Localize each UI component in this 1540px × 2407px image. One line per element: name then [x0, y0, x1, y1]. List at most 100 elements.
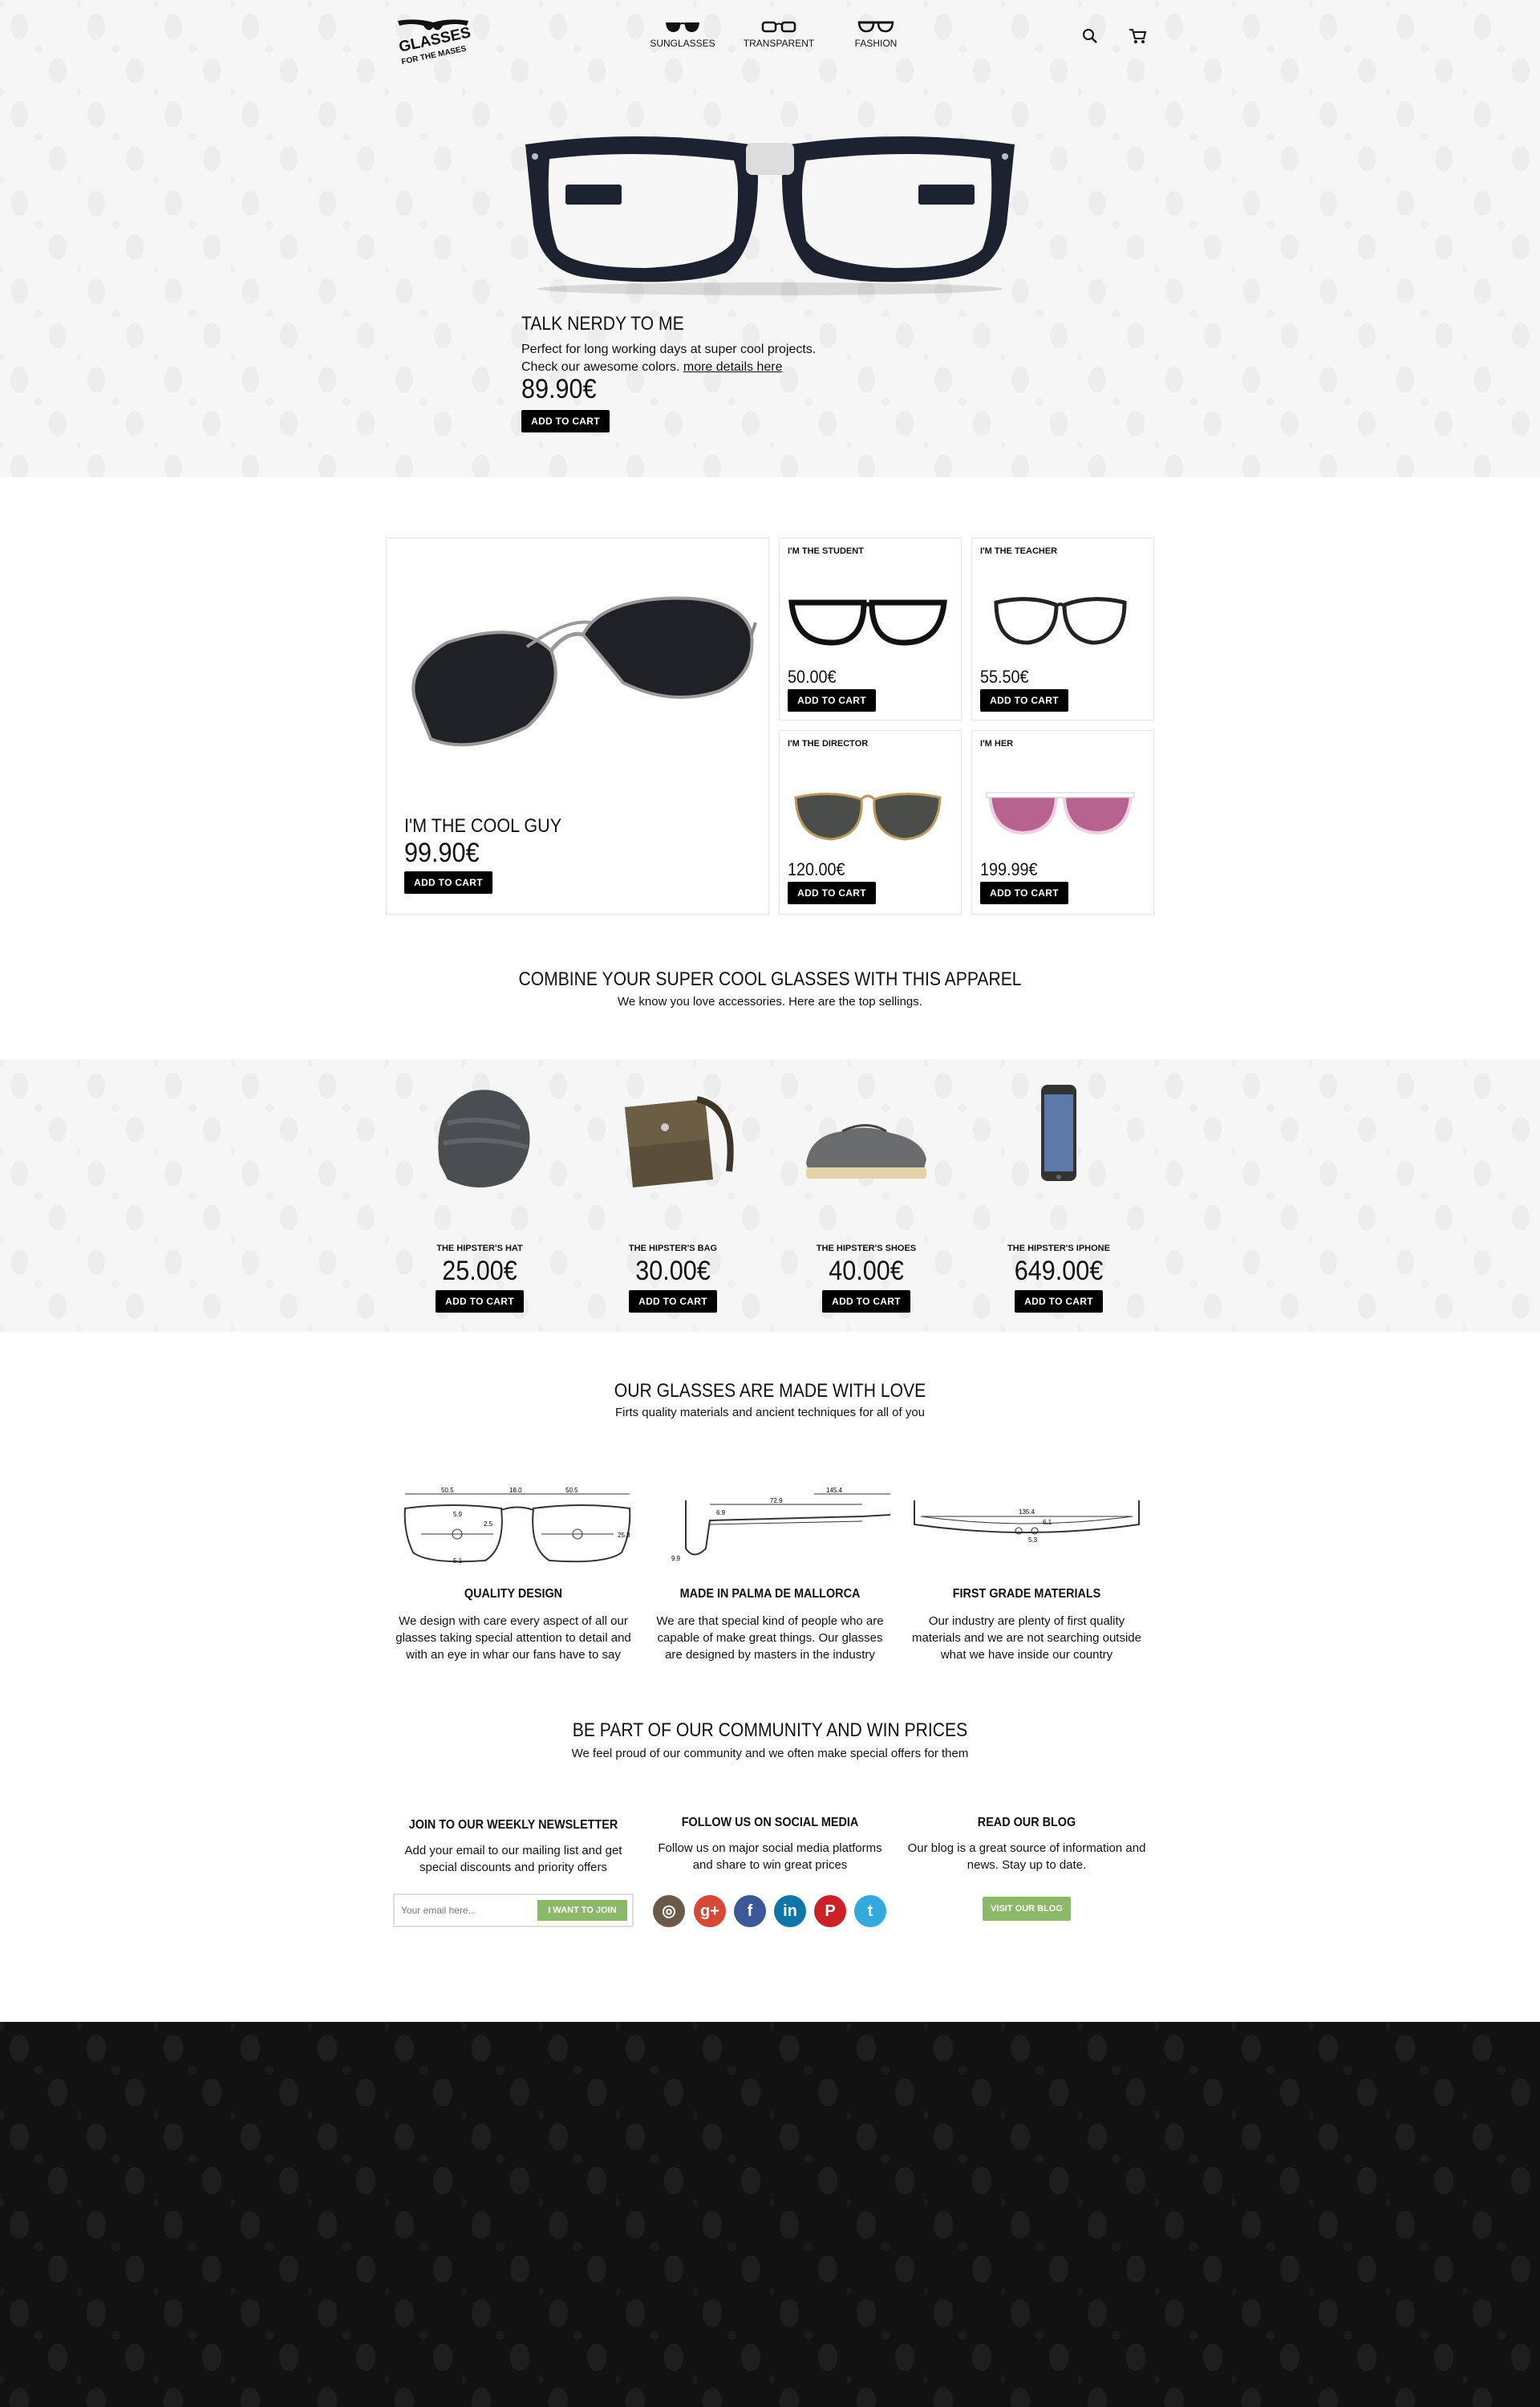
product-card[interactable]: I'M THE DIRECTOR 120.00€ ADD TO CART	[779, 730, 962, 915]
logo[interactable]: GLASSES FOR THE MASES	[393, 16, 473, 67]
linkedin-icon[interactable]: in	[774, 1895, 806, 1927]
search-button[interactable]	[1081, 27, 1099, 45]
apparel-item[interactable]: THE HIPSTER'S IPHONE 649.00€ ADD TO CART	[995, 1075, 1123, 1313]
feature-description: We design with care every aspect of all …	[395, 1614, 631, 1662]
product-price: 55.50€	[980, 667, 1029, 687]
apparel-name: THE HIPSTER'S SHOES	[816, 1244, 917, 1253]
bag-image	[625, 1096, 734, 1187]
feature-description: We are that special kind of people who a…	[656, 1614, 884, 1662]
hat-image	[438, 1090, 530, 1187]
transparent-glasses-icon	[761, 21, 796, 33]
dim-label: 6.1	[1043, 1519, 1052, 1526]
join-button[interactable]: I WANT TO JOIN	[537, 1900, 627, 1921]
community-title: BE PART OF OUR COMMUNITY AND WIN PRICES	[572, 1719, 968, 1741]
apparel-price: 30.00€	[635, 1256, 711, 1286]
nav-sunglasses[interactable]: SUNGLASSES	[646, 20, 719, 49]
newsletter-block: JOIN TO OUR WEEKLY NEWSLETTER Add your e…	[393, 1818, 634, 1876]
side-technical-drawing: 72.9 145.4 6.9 9.9	[671, 1487, 891, 1562]
add-to-cart-button[interactable]: ADD TO CART	[788, 882, 876, 904]
product-title: I'M THE TEACHER	[980, 546, 1058, 556]
director-sunglasses-image	[794, 793, 942, 841]
hero-price: 89.90€	[521, 374, 597, 404]
product-card[interactable]: I'M THE STUDENT 50.00€ ADD TO CART	[779, 538, 962, 720]
facebook-icon[interactable]: f	[734, 1895, 766, 1927]
apparel-item[interactable]: THE HIPSTER'S SHOES 40.00€ ADD TO CART	[802, 1075, 930, 1313]
dim-label: 5.3	[1028, 1536, 1038, 1544]
product-price: 50.00€	[788, 667, 837, 687]
shoes-image	[806, 1124, 926, 1179]
visit-blog-button[interactable]: VISIT OUR BLOG	[983, 1897, 1071, 1921]
social-description: Follow us on major social media platform…	[658, 1841, 882, 1872]
product-card[interactable]: I'M THE TEACHER 55.50€ ADD TO CART	[971, 538, 1154, 720]
dim-label: 72.9	[770, 1497, 783, 1504]
teacher-glasses-image	[994, 597, 1127, 645]
fashion-glasses-icon	[857, 21, 894, 33]
add-to-cart-button[interactable]: ADD TO CART	[822, 1290, 910, 1313]
apparel-price: 25.00€	[442, 1256, 517, 1286]
dim-label: 2.5	[484, 1520, 493, 1528]
apparel-name: THE HIPSTER'S BAG	[628, 1244, 718, 1253]
footer	[0, 2022, 1540, 2407]
feature-made-in-palma: MADE IN PALMA DE MALLORCA We are that sp…	[650, 1587, 890, 1663]
aviator-sunglasses-image	[411, 596, 757, 747]
instagram-icon[interactable]: ◎	[653, 1895, 685, 1927]
hero-add-to-cart-button[interactable]: ADD TO CART	[521, 410, 610, 432]
featured-product-title: I'M THE COOL GUY	[404, 815, 562, 837]
blog-title: READ OUR BLOG	[977, 1816, 1076, 1829]
nav-fashion[interactable]: FASHION	[840, 20, 912, 49]
dim-label: 5.1	[453, 1557, 463, 1565]
dim-label: 145.4	[826, 1487, 843, 1494]
more-details-link[interactable]: more details here	[683, 360, 783, 374]
front-technical-drawing: 50.5 18.0 50.5 5.9 2.5 25.8 5.1	[403, 1487, 631, 1565]
apparel-name: THE HIPSTER'S HAT	[436, 1244, 523, 1253]
feature-description: Our industry are plenty of first quality…	[912, 1614, 1141, 1662]
community-subtitle: We feel proud of our community and we of…	[571, 1747, 969, 1760]
cart-icon	[1129, 29, 1147, 43]
feature-quality-design: QUALITY DESIGN We design with care every…	[393, 1587, 634, 1663]
top-technical-drawing: 135.4 6.1 5.3	[914, 1500, 1140, 1544]
dim-label: 9.9	[671, 1555, 681, 1562]
add-to-cart-button[interactable]: ADD TO CART	[788, 689, 876, 712]
product-title: I'M HER	[980, 739, 1014, 749]
nav-label: SUNGLASSES	[650, 38, 715, 49]
featured-add-to-cart-button[interactable]: ADD TO CART	[404, 871, 492, 894]
cart-button[interactable]	[1128, 27, 1147, 45]
dim-label: 18.0	[509, 1487, 522, 1494]
hero-desc-line: Perfect for long working days at super c…	[521, 343, 817, 356]
add-to-cart-button[interactable]: ADD TO CART	[436, 1290, 524, 1313]
dim-label: 5.9	[453, 1511, 463, 1518]
hero-title: TALK NERDY TO ME	[521, 313, 684, 335]
google-plus-icon[interactable]: g+	[694, 1895, 726, 1927]
add-to-cart-button[interactable]: ADD TO CART	[980, 689, 1068, 712]
featured-product-card[interactable]: I'M THE COOL GUY 99.90€ ADD TO CART	[386, 538, 769, 915]
apparel-subtitle: We know you love accessories. Here are t…	[618, 995, 922, 1009]
dim-label: 6.9	[716, 1509, 726, 1516]
apparel-price: 649.00€	[1014, 1256, 1104, 1286]
add-to-cart-button[interactable]: ADD TO CART	[980, 882, 1068, 904]
logo-glasses-icon: GLASSES FOR THE MASES	[398, 19, 472, 67]
pinterest-icon[interactable]: P	[814, 1895, 846, 1927]
nav-transparent[interactable]: TRANSPARENT	[743, 20, 815, 49]
feature-title: FIRST GRADE MATERIALS	[952, 1587, 1101, 1601]
her-sunglasses-image	[986, 792, 1135, 835]
apparel-price: 40.00€	[829, 1256, 904, 1286]
feature-first-grade-materials: FIRST GRADE MATERIALS Our industry are p…	[906, 1587, 1147, 1663]
add-to-cart-button[interactable]: ADD TO CART	[1015, 1290, 1103, 1313]
newsletter-title: JOIN TO OUR WEEKLY NEWSLETTER	[408, 1818, 618, 1832]
apparel-item[interactable]: THE HIPSTER'S HAT 25.00€ ADD TO CART	[415, 1075, 544, 1313]
love-subtitle: Firts quality materials and ancient tech…	[614, 1406, 926, 1419]
nav-label: FASHION	[854, 38, 898, 49]
apparel-item[interactable]: THE HIPSTER'S BAG 30.00€ ADD TO CART	[609, 1075, 737, 1313]
dim-label: 135.4	[1019, 1508, 1035, 1516]
product-card[interactable]: I'M HER 199.99€ ADD TO CART	[971, 730, 1154, 915]
twitter-icon[interactable]: t	[854, 1895, 886, 1927]
apparel-section: THE HIPSTER'S HAT 25.00€ ADD TO CART THE…	[0, 1059, 1540, 1332]
hero-description: Perfect for long working days at super c…	[521, 341, 858, 376]
email-input[interactable]	[401, 1900, 537, 1921]
apparel-title: COMBINE YOUR SUPER COOL GLASSES WITH THI…	[518, 968, 1022, 990]
add-to-cart-button[interactable]: ADD TO CART	[629, 1290, 717, 1313]
hero-section: GLASSES FOR THE MASES SUNGLASSES TRANSPA…	[0, 0, 1540, 477]
search-icon	[1083, 29, 1097, 43]
blog-description: Our blog is a great source of informatio…	[907, 1841, 1146, 1872]
dim-label: 50.5	[565, 1487, 578, 1494]
